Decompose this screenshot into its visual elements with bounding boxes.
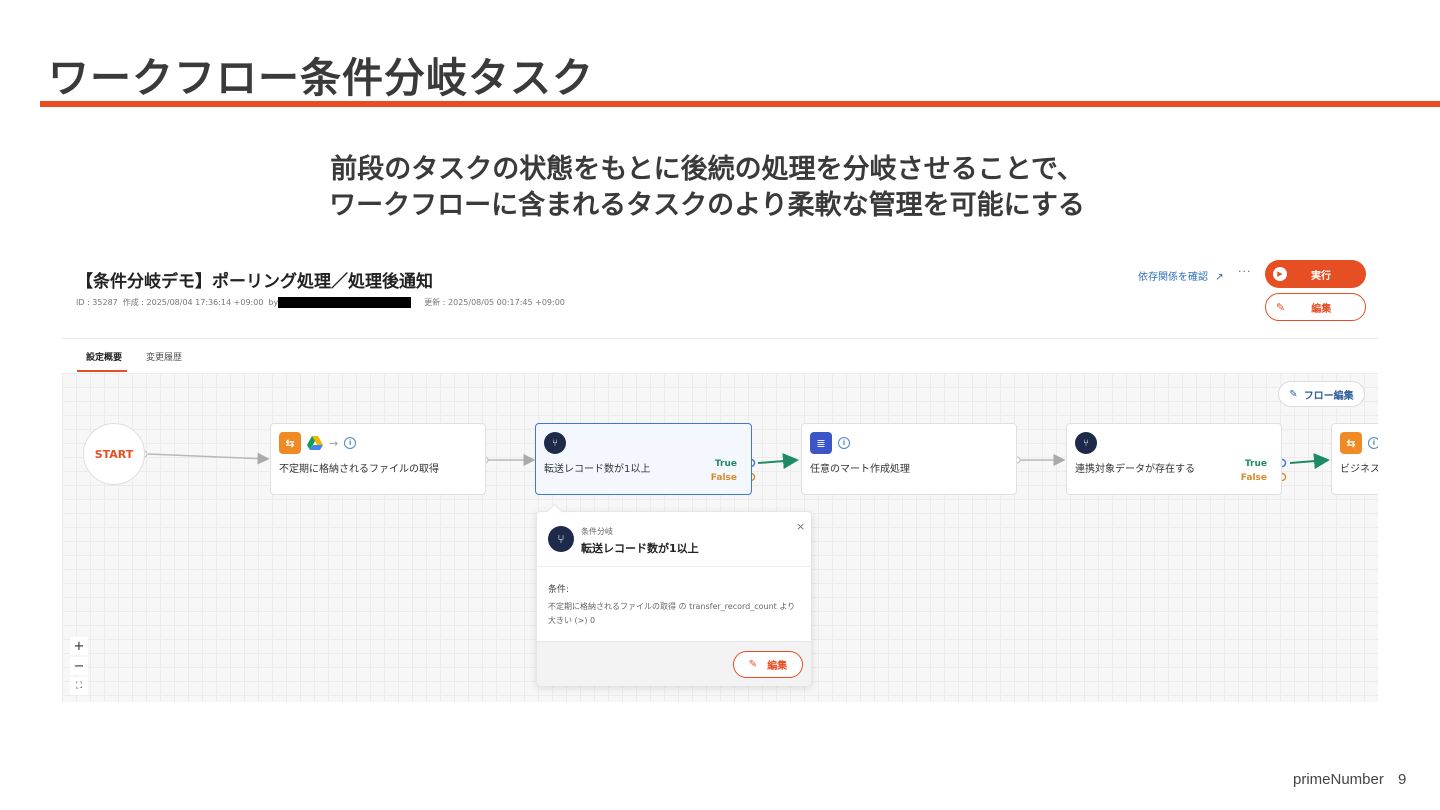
- subtitle-line-2: ワークフローに含まれるタスクのより柔軟な管理を可能にする: [329, 190, 1085, 221]
- database-icon: ≣: [810, 432, 832, 454]
- slide-title: ワークフロー条件分岐タスク: [48, 54, 594, 102]
- edge-branch-true: [757, 453, 799, 470]
- title-underline: [40, 101, 1440, 107]
- zoom-out-button[interactable]: −: [70, 657, 88, 675]
- node-branch-data-exists[interactable]: ⑂ 連携対象データが存在する True False: [1066, 423, 1282, 495]
- workflow-id: ID : 35287: [76, 298, 118, 307]
- node-label: ビジネス: [1340, 464, 1378, 475]
- subtitle-line-1: 前段のタスクの状態をもとに後続の処理を分岐させることで、: [330, 154, 1084, 185]
- page-number: 9: [1398, 771, 1407, 788]
- popup-title: 転送レコード数が1以上: [581, 542, 699, 555]
- edit-button[interactable]: ✎ 編集: [1265, 293, 1366, 321]
- slide-subtitle: 前段のタスクの状態をもとに後続の処理を分岐させることで、 ワークフローに含まれる…: [0, 152, 1414, 224]
- more-options-button[interactable]: ···: [1238, 265, 1252, 278]
- zoom-controls: + − ⛶: [70, 637, 88, 695]
- workflow-updated: 更新 : 2025/08/05 00:17:45 +09:00: [424, 298, 565, 307]
- node-label: 任意のマート作成処理: [810, 464, 910, 475]
- node-mart-creation[interactable]: ≣ i 任意のマート作成処理: [801, 423, 1017, 495]
- workflow-title: 【条件分岐デモ】ポーリング処理／処理後通知: [76, 272, 433, 292]
- dependency-link[interactable]: 依存関係を確認 ↗: [1138, 268, 1224, 283]
- condition-text: 不定期に格納されるファイルの取得 の transfer_record_count…: [548, 602, 796, 625]
- workflow-screenshot: 【条件分岐デモ】ポーリング処理／処理後通知 ID : 35287 作成 : 20…: [62, 247, 1378, 702]
- close-icon[interactable]: ×: [796, 520, 805, 533]
- slide-footer: primeNumber 9: [1293, 771, 1406, 788]
- branch-detail-popup: ⑂ 条件分岐 転送レコード数が1以上 × 条件: 不定期に格納されるファイルの取…: [536, 503, 812, 686]
- workflow-created: 作成 : 2025/08/04 17:36:14 +09:00: [122, 298, 264, 307]
- pencil-icon: ✎: [1276, 300, 1286, 314]
- google-drive-icon: [307, 436, 323, 450]
- popup-divider: [537, 566, 811, 567]
- active-tab-indicator: [77, 370, 127, 372]
- node-label: 連携対象データが存在する: [1075, 464, 1195, 475]
- true-label: True: [1244, 459, 1267, 469]
- node-branch-record-count[interactable]: ⑂ 転送レコード数が1以上 True False: [535, 423, 752, 495]
- popup-footer: ✎ 編集: [537, 641, 811, 686]
- edge-branch2-true: [1289, 453, 1330, 470]
- popup-kicker: 条件分岐: [581, 527, 613, 536]
- info-icon: i: [838, 437, 850, 449]
- play-icon: ▶: [1273, 267, 1287, 281]
- redacted-user: [278, 297, 412, 308]
- fit-view-button[interactable]: ⛶: [70, 677, 88, 695]
- popup-edit-button[interactable]: ✎ 編集: [733, 651, 803, 678]
- info-icon: i: [1368, 437, 1378, 449]
- flow-edit-label: フロー編集: [1303, 390, 1354, 402]
- arrow-right-icon: →: [329, 436, 339, 450]
- pencil-icon: ✎: [748, 659, 758, 670]
- flow-canvas[interactable]: ✎ フロー編集 START ⇆ → i 不定期に格納されるファイルの取得 ⑂ 転…: [62, 373, 1378, 702]
- info-icon: i: [344, 437, 357, 449]
- flow-edit-button[interactable]: ✎ フロー編集: [1278, 381, 1365, 407]
- run-button[interactable]: ▶ 実行: [1265, 260, 1366, 288]
- transfer-icon: ⇆: [1340, 432, 1362, 454]
- workflow-meta: ID : 35287 作成 : 2025/08/04 17:36:14 +09:…: [76, 297, 570, 308]
- transfer-icon: ⇆: [279, 432, 301, 454]
- tab-change-history[interactable]: 変更履歴: [146, 350, 182, 363]
- condition-label: 条件:: [548, 585, 570, 595]
- false-label: False: [1240, 473, 1267, 483]
- edge-start-to-fetch: [147, 452, 270, 465]
- edit-button-label: 編集: [1311, 303, 1332, 315]
- branch-icon: ⑂: [544, 432, 566, 454]
- branch-icon: ⑂: [1075, 432, 1097, 454]
- external-link-icon: ↗: [1215, 272, 1224, 283]
- node-business[interactable]: ⇆ i ビジネス: [1331, 423, 1378, 495]
- start-node[interactable]: START: [83, 423, 145, 485]
- node-label: 転送レコード数が1以上: [544, 464, 651, 475]
- run-button-label: 実行: [1311, 270, 1331, 282]
- footer-brand: primeNumber: [1293, 771, 1384, 788]
- node-label: 不定期に格納されるファイルの取得: [279, 464, 439, 475]
- popup-edit-label: 編集: [767, 661, 788, 672]
- header-divider: [62, 338, 1378, 339]
- node-fetch-files[interactable]: ⇆ → i 不定期に格納されるファイルの取得: [270, 423, 486, 495]
- workflow-created-by: by: [268, 298, 279, 307]
- true-label: True: [714, 459, 737, 469]
- dependency-link-label: 依存関係を確認: [1138, 272, 1208, 283]
- zoom-in-button[interactable]: +: [70, 637, 88, 655]
- false-label: False: [710, 473, 737, 483]
- tab-settings-overview[interactable]: 設定概要: [86, 350, 122, 363]
- branch-icon: ⑂: [548, 526, 574, 552]
- pencil-icon: ✎: [1289, 388, 1298, 400]
